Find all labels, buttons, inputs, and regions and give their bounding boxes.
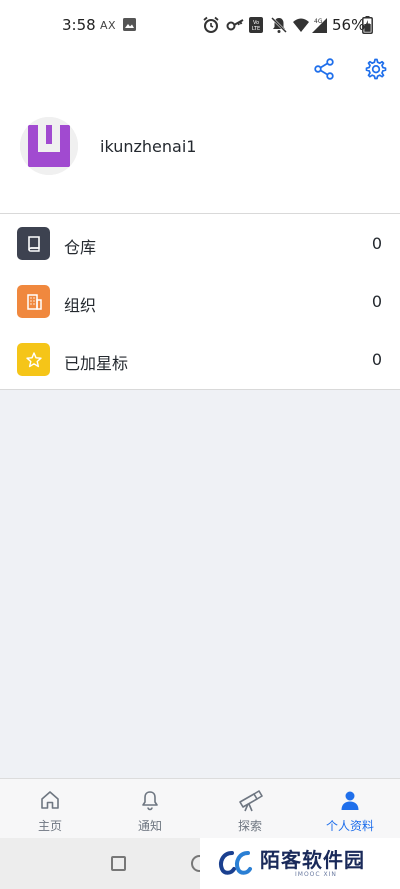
volte-icon: Vo LTE xyxy=(249,17,263,33)
telescope-icon xyxy=(239,790,263,812)
bell-icon xyxy=(142,791,158,811)
menu-item-repositories[interactable]: 仓库 0 xyxy=(0,215,400,273)
bottom-tab-bar: 主页 通知 探索 个人资料 xyxy=(0,778,400,838)
battery-icon xyxy=(362,16,373,34)
person-icon xyxy=(341,791,359,810)
menu-item-label: 已加星标 xyxy=(64,354,129,373)
image-notification-icon xyxy=(123,18,136,31)
settings-icon xyxy=(365,58,387,80)
menu-item-count: 0 xyxy=(371,350,382,369)
tab-label: 通知 xyxy=(137,819,162,833)
status-bar: 3:58 AX Vo LTE 4G 56% xyxy=(0,0,400,50)
key-icon xyxy=(226,19,244,31)
tab-home[interactable]: 主页 xyxy=(0,779,100,839)
tab-label: 主页 xyxy=(37,819,62,833)
tab-notifications[interactable]: 通知 xyxy=(100,779,200,839)
menu-item-organizations[interactable]: 组织 0 xyxy=(0,273,400,331)
alarm-icon xyxy=(203,16,219,33)
avatar-identicon xyxy=(20,117,78,175)
share-button[interactable] xyxy=(309,54,339,84)
battery-level: 56% xyxy=(332,16,366,34)
watermark-title: 陌客软件园 xyxy=(260,848,365,872)
profile-header: ikunzhenai1 xyxy=(0,90,400,214)
tab-label: 个人资料 xyxy=(325,819,374,833)
organization-icon xyxy=(17,285,50,318)
menu-item-label: 组织 xyxy=(64,296,97,315)
settings-button[interactable] xyxy=(360,54,390,84)
home-icon xyxy=(41,791,59,809)
menu-item-count: 0 xyxy=(371,292,382,311)
share-icon xyxy=(314,58,334,80)
avatar[interactable] xyxy=(20,117,78,175)
svg-text:4G: 4G xyxy=(314,18,323,25)
watermark-subtitle: IMOOC XIN xyxy=(295,871,337,878)
menu-item-count: 0 xyxy=(371,234,382,253)
tab-profile[interactable]: 个人资料 xyxy=(300,779,400,839)
mute-icon xyxy=(271,17,287,33)
wifi-icon xyxy=(293,18,309,32)
status-time: 3:58 xyxy=(62,16,96,34)
username: ikunzhenai1 xyxy=(100,137,197,156)
svg-text:LTE: LTE xyxy=(252,26,260,32)
status-indicator: AX xyxy=(100,19,117,32)
tab-explore[interactable]: 探索 xyxy=(200,779,300,839)
tab-label: 探索 xyxy=(237,819,262,833)
signal-4g-icon: 4G xyxy=(312,18,327,33)
repo-icon xyxy=(17,227,50,260)
star-icon xyxy=(17,343,50,376)
content-background xyxy=(0,390,400,778)
menu-item-starred[interactable]: 已加星标 0 xyxy=(0,331,400,389)
watermark-logo-icon xyxy=(219,851,252,875)
watermark: 陌客软件园 IMOOC XIN xyxy=(200,838,400,889)
app-bar xyxy=(0,50,400,90)
profile-menu: 仓库 0 组织 0 已加星标 0 xyxy=(0,215,400,390)
menu-item-label: 仓库 xyxy=(64,238,97,257)
recents-button[interactable] xyxy=(111,856,126,871)
